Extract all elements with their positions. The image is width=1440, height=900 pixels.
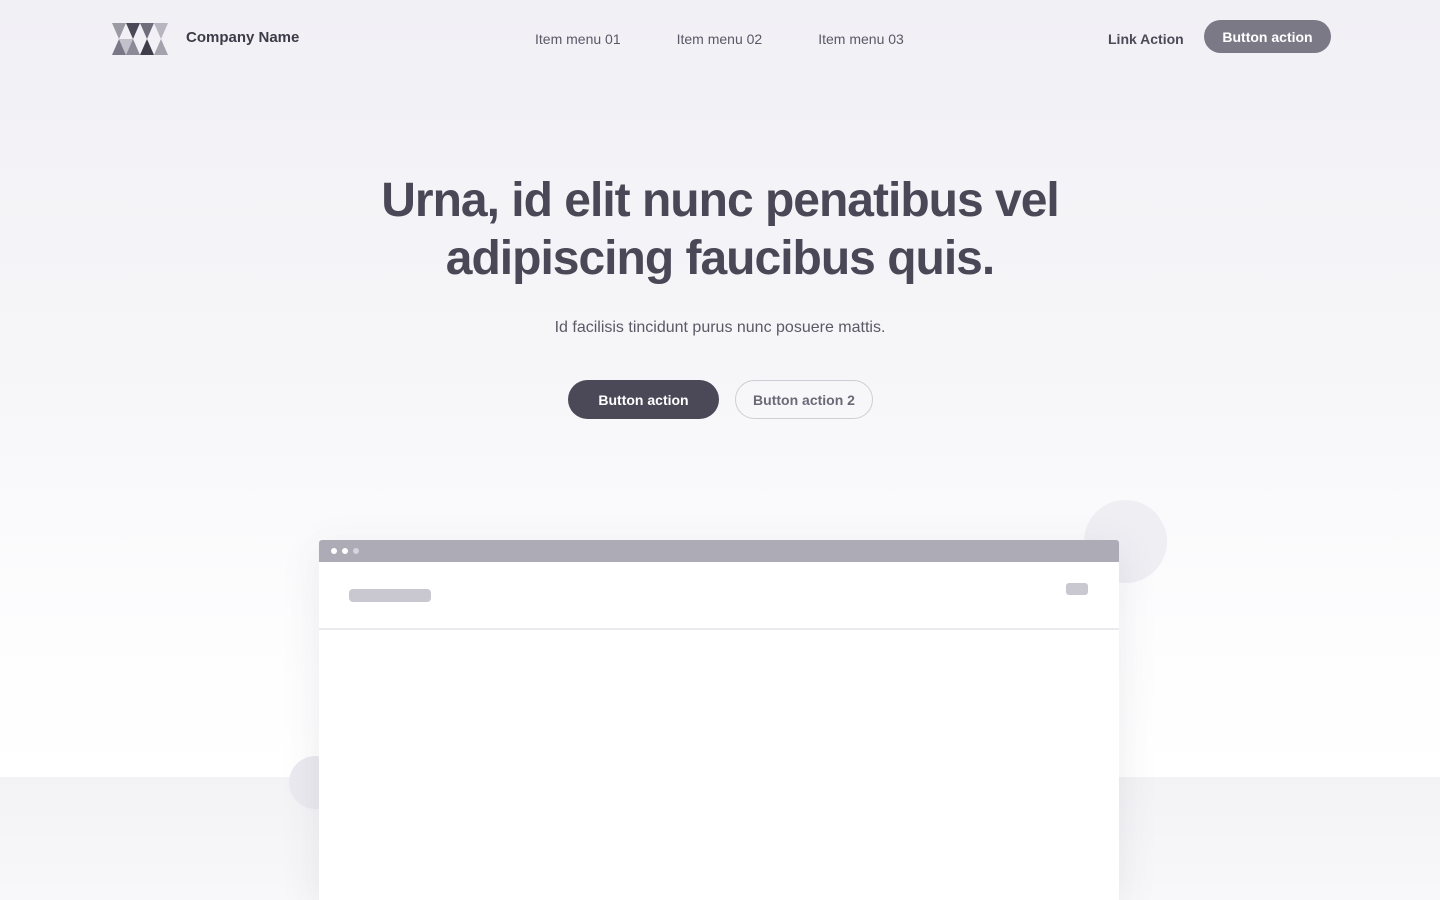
menu-item-02[interactable]: Item menu 02 <box>677 31 763 48</box>
app-window-mockup <box>319 540 1119 900</box>
main-menu: Item menu 01 Item menu 02 Item menu 03 <box>535 31 960 48</box>
window-title-bar <box>319 540 1119 562</box>
menu-item-03[interactable]: Item menu 03 <box>818 31 904 48</box>
hero-subtitle: Id facilisis tincidunt purus nunc posuer… <box>554 319 886 336</box>
company-name[interactable]: Company Name <box>186 29 299 47</box>
top-navigation: Company Name Item menu 01 Item menu 02 I… <box>0 0 1440 76</box>
header-action-button[interactable]: Button action <box>1204 20 1331 53</box>
placeholder-title <box>349 589 431 602</box>
window-dot-icon <box>331 548 337 554</box>
link-action[interactable]: Link Action <box>1108 31 1184 48</box>
hero-title: Urna, id elit nunc penatibus vel adipisc… <box>320 172 1120 288</box>
hero-secondary-button[interactable]: Button action 2 <box>735 380 873 419</box>
hero-primary-button[interactable]: Button action <box>568 380 719 419</box>
hero-title-line-1: Urna, id elit nunc penatibus vel <box>381 174 1059 227</box>
company-logo-icon[interactable] <box>112 23 168 55</box>
menu-item-01[interactable]: Item menu 01 <box>535 31 621 48</box>
placeholder-button <box>1066 583 1088 595</box>
window-header <box>319 562 1119 630</box>
hero-title-line-2: adipiscing faucibus quis. <box>445 232 995 285</box>
window-dot-icon <box>342 548 348 554</box>
window-dot-icon <box>353 548 359 554</box>
